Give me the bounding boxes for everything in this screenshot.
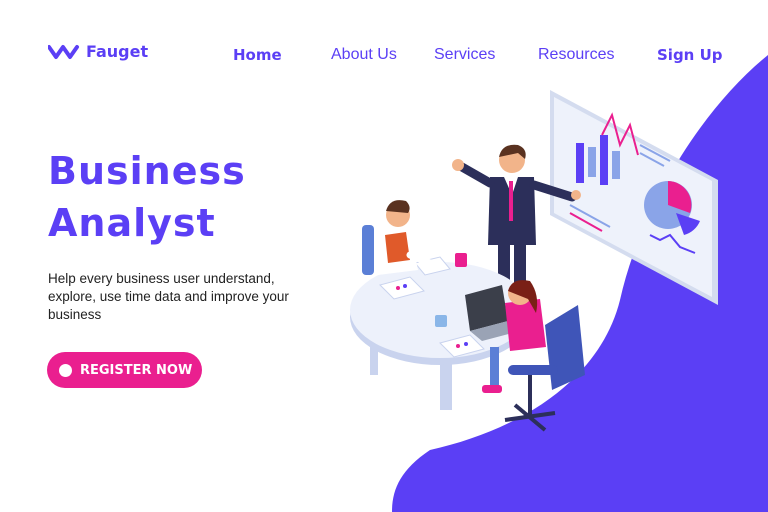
meeting-table bbox=[350, 253, 530, 410]
double-chevron-wave-icon bbox=[48, 44, 79, 59]
hero-description: Help every business user understand, exp… bbox=[48, 271, 289, 322]
nav-services[interactable]: Services bbox=[434, 46, 495, 64]
register-now-label: REGISTER NOW bbox=[80, 362, 193, 378]
nav-home[interactable]: Home bbox=[233, 46, 282, 64]
hero-title-line2: Analyst bbox=[48, 201, 216, 245]
nav-resources[interactable]: Resources bbox=[538, 46, 614, 64]
brand-logo[interactable]: Fauget bbox=[48, 42, 148, 61]
nav-about-us[interactable]: About Us bbox=[331, 46, 397, 64]
hero-title-line1: Business bbox=[48, 149, 246, 193]
business-meeting-illustration bbox=[350, 90, 718, 432]
brand-name: Fauget bbox=[86, 42, 149, 61]
register-now-button[interactable]: REGISTER NOW bbox=[47, 352, 202, 388]
circle-icon bbox=[59, 363, 72, 377]
nav-sign-up[interactable]: Sign Up bbox=[657, 46, 723, 64]
hero-title: Business Analyst bbox=[48, 145, 246, 249]
